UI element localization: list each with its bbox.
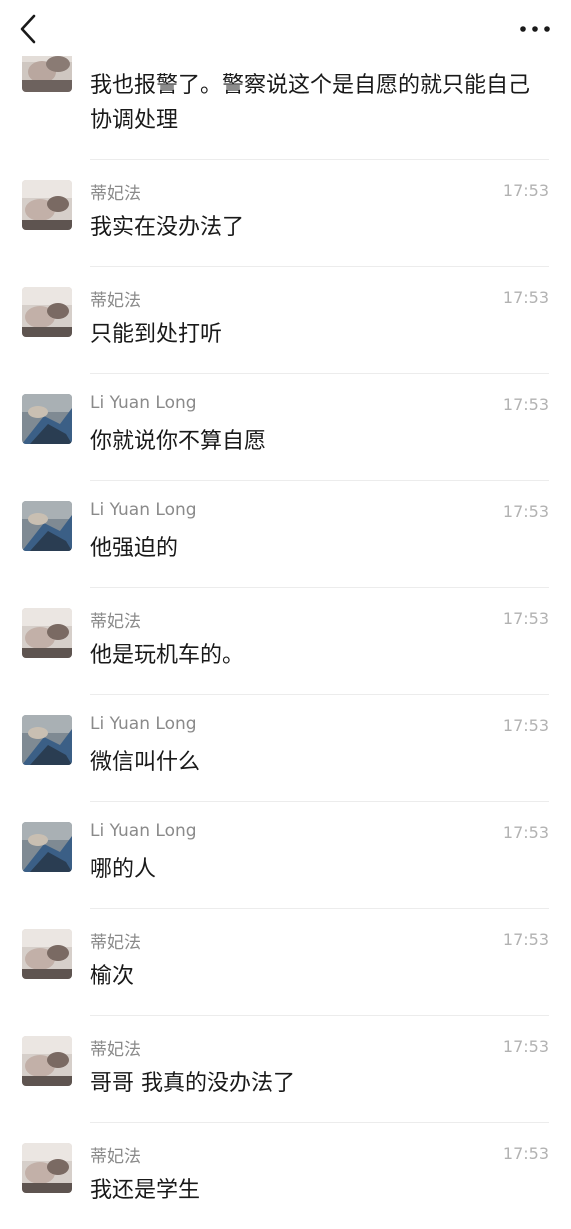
- message-text: 他强迫的: [90, 536, 179, 561]
- message-text: 我还是学生: [90, 1178, 201, 1203]
- list-item[interactable]: 蒂妃法 17:53 他是玩机车的。: [0, 587, 571, 694]
- avatar[interactable]: [22, 929, 72, 979]
- list-item[interactable]: 蒂妃法 17:53 我实在没办法了: [0, 159, 571, 266]
- more-button[interactable]: [517, 14, 553, 44]
- list-item[interactable]: Li Yuan Long 17:53 他强迫的: [0, 480, 571, 587]
- sender-name: 蒂妃法: [90, 291, 141, 311]
- message-text: 微信叫什么: [90, 750, 201, 775]
- list-item[interactable]: 蒂妃法 17:53 榆次: [0, 908, 571, 1015]
- sender-name: Li Yuan Long: [90, 500, 197, 520]
- list-item[interactable]: Li Yuan Long 17:53 哪的人: [0, 801, 571, 908]
- divider: [90, 694, 549, 695]
- sender-name: 蒂妃法: [90, 612, 141, 632]
- avatar[interactable]: [22, 501, 72, 551]
- avatar[interactable]: [22, 287, 72, 337]
- message-text: 我实在没办法了: [90, 215, 245, 240]
- message-text: 我也报警了。警察说这个是自愿的就只能自己协调处理: [90, 73, 531, 133]
- list-item[interactable]: 蒂妃法 17:53 哥哥 我真的没办法了: [0, 1015, 571, 1122]
- message-text: 只能到处打听: [90, 322, 223, 347]
- message-text: 他是玩机车的。: [90, 643, 245, 668]
- message-time: 17:53: [502, 1037, 549, 1056]
- top-bar: [0, 0, 571, 56]
- message-time: 17:53: [502, 181, 549, 200]
- divider: [90, 801, 549, 802]
- list-item[interactable]: Li Yuan Long 17:53 你就说你不算自愿: [0, 373, 571, 480]
- message-text: 你就说你不算自愿: [90, 429, 267, 454]
- more-dots-icon: [520, 26, 550, 32]
- list-item[interactable]: Li Yuan Long 17:53 微信叫什么: [0, 694, 571, 801]
- message-time: 17:53: [502, 716, 549, 735]
- list-item[interactable]: 蒂妃法 17:53 只能到处打听: [0, 266, 571, 373]
- message-time: 17:53: [502, 395, 549, 414]
- avatar[interactable]: [22, 715, 72, 765]
- message-text: 哥哥 我真的没办法了: [90, 1071, 295, 1096]
- message-time: 17:53: [502, 502, 549, 521]
- message-time: 17:53: [502, 609, 549, 628]
- sender-name: 蒂妃法: [90, 1147, 141, 1167]
- message-time: 17:53: [502, 288, 549, 307]
- back-button[interactable]: [14, 12, 46, 46]
- sender-name: Li Yuan Long: [90, 821, 197, 841]
- list-item[interactable]: 我也报警了。警察说这个是自愿的就只能自己协调处理: [0, 42, 571, 159]
- divider: [90, 587, 549, 588]
- divider: [90, 159, 549, 160]
- divider: [90, 480, 549, 481]
- message-time: 17:53: [502, 1144, 549, 1163]
- avatar[interactable]: [22, 180, 72, 230]
- sender-name: Li Yuan Long: [90, 714, 197, 734]
- avatar[interactable]: [22, 608, 72, 658]
- message-text: 哪的人: [90, 857, 157, 882]
- avatar[interactable]: [22, 1143, 72, 1193]
- sender-name: 蒂妃法: [90, 933, 141, 953]
- message-text: 榆次: [90, 964, 135, 989]
- sender-name: 蒂妃法: [90, 1040, 141, 1060]
- sender-name: 蒂妃法: [90, 184, 141, 204]
- avatar[interactable]: [22, 822, 72, 872]
- divider: [90, 1122, 549, 1123]
- divider: [90, 908, 549, 909]
- message-list[interactable]: 我也报警了。警察说这个是自愿的就只能自己协调处理 蒂妃法 17:53 我实在没办法了…: [0, 42, 571, 1229]
- list-item[interactable]: 蒂妃法 17:53 我还是学生: [0, 1122, 571, 1229]
- divider: [90, 266, 549, 267]
- avatar[interactable]: [22, 394, 72, 444]
- divider: [90, 373, 549, 374]
- message-time: 17:53: [502, 823, 549, 842]
- chevron-left-icon: [20, 14, 36, 44]
- divider: [90, 1015, 549, 1016]
- message-time: 17:53: [502, 930, 549, 949]
- avatar[interactable]: [22, 1036, 72, 1086]
- sender-name: Li Yuan Long: [90, 393, 197, 413]
